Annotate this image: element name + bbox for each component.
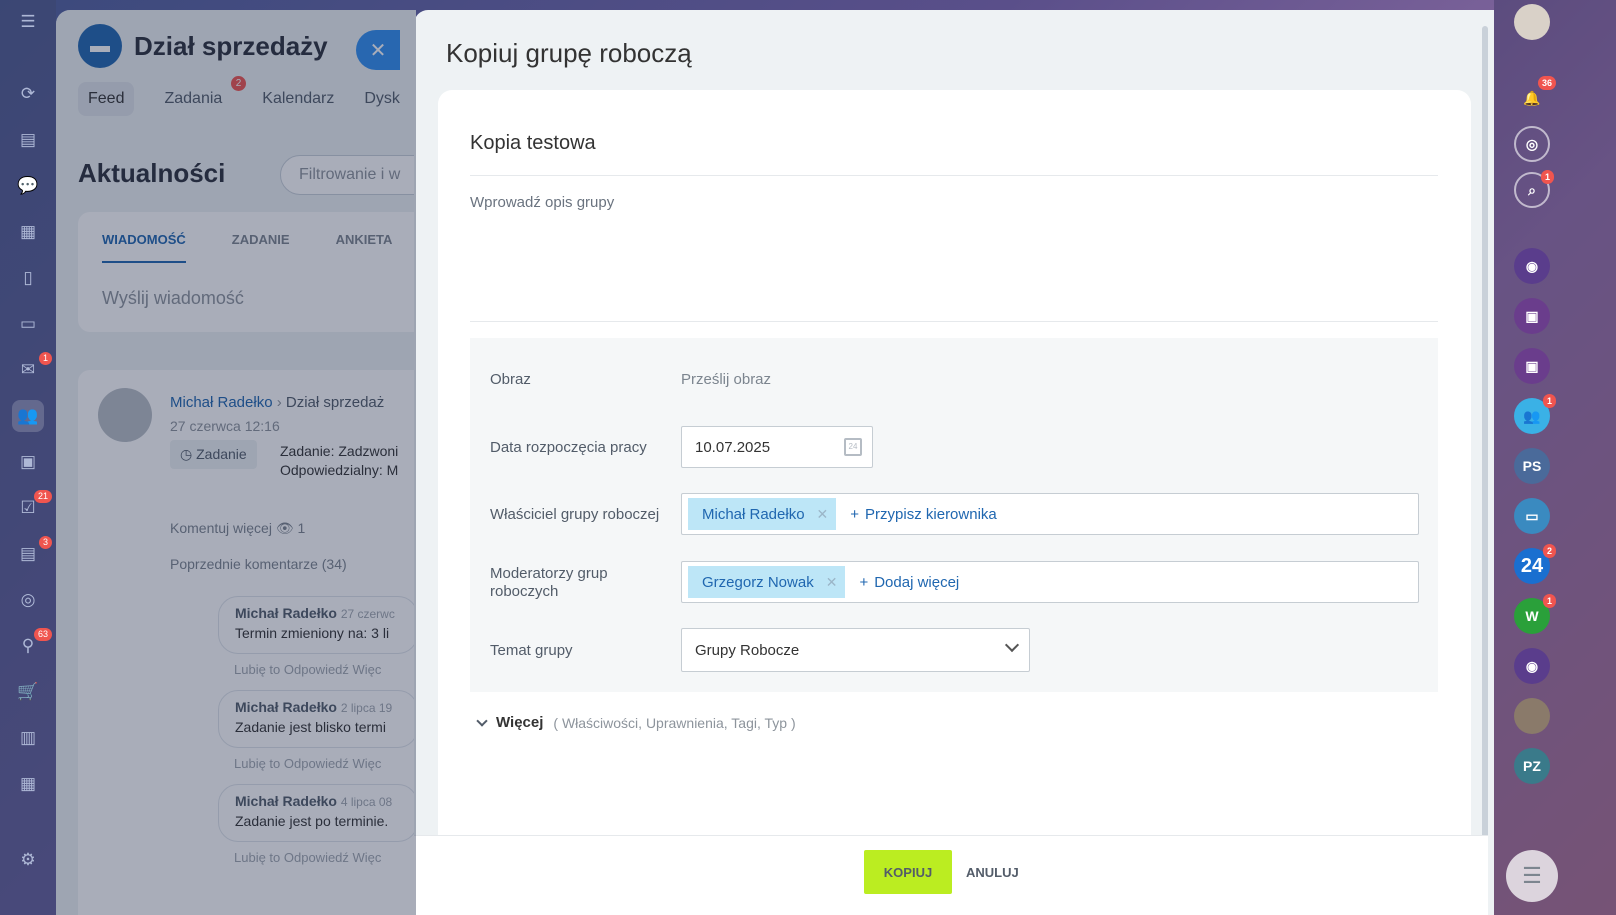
owner-name: Michał Radełko: [702, 505, 805, 523]
chevron-down-icon: [476, 714, 488, 727]
tasks-badge: 21: [33, 490, 52, 503]
mail-badge: 1: [38, 352, 52, 365]
start-date-field[interactable]: 10.07.2025 24: [681, 426, 873, 468]
notifications-badge: 36: [1537, 76, 1556, 90]
moderators-field[interactable]: Grzegorz Nowak ✕ + Dodaj więcej: [681, 561, 1419, 603]
photo-avatar[interactable]: [1514, 698, 1550, 734]
more-hint: ( Właściwości, Uprawnienia, Tagi, Typ ): [553, 714, 796, 731]
calendar-icon[interactable]: 24: [844, 438, 862, 456]
settings-icon[interactable]: ⚙: [12, 844, 44, 876]
right-sidebar: [1494, 0, 1616, 915]
form-panel: Kopia testowa Wprowadź opis grupy Obraz …: [438, 90, 1471, 850]
crm-icon[interactable]: ⚲ 63: [12, 628, 52, 662]
chat-search-icon[interactable]: ⌕ 1: [1514, 170, 1554, 208]
fields-section: Obraz Prześlij obraz Data rozpoczęcia pr…: [470, 338, 1438, 692]
subject-label: Temat grupy: [490, 642, 573, 659]
moderator-tag: Grzegorz Nowak ✕: [688, 566, 846, 598]
activity-icon[interactable]: ⟳: [12, 78, 44, 110]
ps-avatar[interactable]: PS: [1514, 448, 1550, 484]
owner-label: Właściciel grupy roboczej: [490, 506, 660, 523]
start-date-label: Data rozpoczęcia pracy: [490, 439, 647, 456]
group-page: ▬ Dział sprzedaży ✕ Feed Zadania 2 Kalend…: [56, 10, 416, 915]
tasks-icon[interactable]: ☑ 21: [12, 490, 52, 524]
assign-manager-label: Przypisz kierownika: [865, 505, 997, 523]
image-label: Obraz: [490, 371, 531, 388]
open-line-icon[interactable]: ◉: [1514, 648, 1550, 684]
copilot-icon[interactable]: ◎: [1514, 126, 1550, 162]
drive-icon[interactable]: ▭: [12, 308, 44, 340]
chat-search-badge: 1: [1540, 170, 1554, 184]
pz-avatar[interactable]: PZ: [1514, 748, 1550, 784]
left-sidebar: ☰ ⟳ ▤ 💬 ▦ ▯ ▭ ✉ 1 👥 ▣ ☑ 21 ▤ 3 ◎ ⚲ 63 🛒 ▥ ▦ …: [0, 0, 56, 915]
open-line-icon[interactable]: ◉: [1514, 248, 1550, 284]
w-badge: 1: [1542, 594, 1556, 608]
news-icon[interactable]: ▤ 3: [12, 536, 52, 570]
w-label: W: [1525, 608, 1539, 624]
remove-owner-icon[interactable]: ✕: [817, 506, 829, 523]
mail-icon[interactable]: ✉ 1: [12, 352, 52, 386]
store-icon[interactable]: ▥: [12, 722, 44, 754]
group-chat-icon[interactable]: 👥 1: [1514, 394, 1556, 434]
plus-icon: +: [850, 505, 860, 523]
copy-group-slider: Kopiuj grupę roboczą Kopia testowa Wprow…: [414, 10, 1494, 915]
dialog-footer: KOPIUJ ANULUJ: [414, 835, 1488, 915]
calendar-icon[interactable]: ▦: [12, 216, 44, 248]
moderator-name: Grzegorz Nowak: [702, 573, 814, 591]
bitrix24-label: 24: [1520, 554, 1544, 577]
schedule-icon[interactable]: ▦: [12, 768, 44, 800]
knowledge-icon[interactable]: ▣: [12, 446, 44, 478]
user-avatar[interactable]: [1514, 4, 1550, 40]
remove-moderator-icon[interactable]: ✕: [826, 574, 838, 591]
messenger-button[interactable]: ☰: [1506, 850, 1558, 902]
target-icon[interactable]: ◎: [12, 584, 44, 616]
chat-icon[interactable]: 💬: [12, 170, 44, 202]
owner-field[interactable]: Michał Radełko ✕ + Przypisz kierownika: [681, 493, 1419, 535]
owner-tag: Michał Radełko ✕: [688, 498, 837, 530]
cancel-button[interactable]: ANULUJ: [966, 850, 1019, 894]
groups-icon[interactable]: 👥: [12, 400, 44, 432]
contact-icon[interactable]: ▣: [1514, 298, 1550, 334]
group-description-input[interactable]: Wprowadź opis grupy: [470, 194, 1438, 322]
message-icon[interactable]: ▭: [1514, 498, 1550, 534]
subject-value: Grupy Robocze: [695, 642, 800, 659]
chevron-down-icon: [1004, 637, 1020, 653]
group-name-input[interactable]: Kopia testowa: [470, 130, 1438, 176]
bitrix24-badge: 2: [1542, 544, 1556, 558]
news-badge: 3: [38, 536, 52, 549]
plus-icon: +: [859, 573, 869, 591]
contact-icon[interactable]: ▣: [1514, 348, 1550, 384]
group-chat-badge: 1: [1542, 394, 1556, 408]
w-avatar[interactable]: W1: [1514, 594, 1556, 634]
start-date-value: 10.07.2025: [695, 439, 771, 456]
copy-button[interactable]: KOPIUJ: [864, 850, 952, 894]
overlay-dim[interactable]: [56, 10, 416, 915]
crm-badge: 63: [33, 628, 52, 641]
assign-manager-link[interactable]: + Przypisz kierownika: [850, 506, 996, 523]
add-more-label: Dodaj więcej: [874, 573, 960, 591]
menu-icon[interactable]: ☰: [12, 6, 44, 38]
feed-icon[interactable]: ▤: [12, 124, 44, 156]
bitrix24-icon[interactable]: 24 2: [1514, 544, 1556, 584]
dialog-title: Kopiuj grupę roboczą: [446, 38, 692, 68]
more-toggle[interactable]: Więcej ( Właściwości, Uprawnienia, Tagi,…: [476, 714, 796, 731]
subject-select[interactable]: Grupy Robocze: [681, 628, 1030, 672]
add-more-link[interactable]: + Dodaj więcej: [859, 574, 959, 591]
upload-image-link[interactable]: Prześlij obraz: [681, 371, 771, 388]
moderators-label: Moderatorzy grup roboczych: [490, 565, 608, 600]
scrollbar[interactable]: [1482, 26, 1488, 886]
more-label: Więcej: [496, 714, 544, 731]
bell-icon[interactable]: 🔔 36: [1514, 76, 1556, 116]
document-icon[interactable]: ▯: [12, 262, 44, 294]
cart-icon[interactable]: 🛒: [12, 676, 44, 708]
